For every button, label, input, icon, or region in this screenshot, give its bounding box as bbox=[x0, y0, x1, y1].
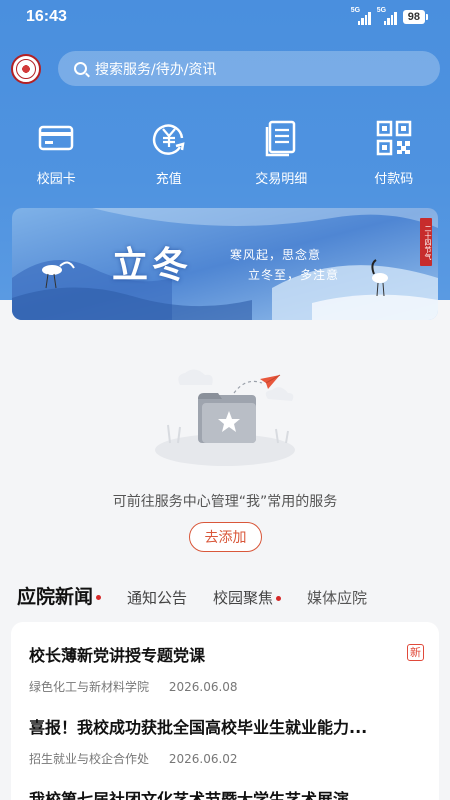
qr-code-icon bbox=[376, 120, 411, 156]
search-icon bbox=[74, 62, 87, 75]
news-item[interactable]: 喜报！我校成功获批全国高校毕业生就业能力... 招生就业与校企合作处 2026.… bbox=[29, 714, 424, 767]
tab-media[interactable]: 媒体应院 bbox=[307, 587, 371, 608]
quick-action-label: 校园卡 bbox=[36, 172, 76, 187]
news-date: 2026.06.02 bbox=[168, 752, 238, 766]
campus-card-icon bbox=[39, 125, 74, 151]
status-bar: 16:43 5G 5G 98 bbox=[0, 0, 450, 34]
news-tabs: 应院新闻 通知公告 校园聚焦 媒体应院 bbox=[17, 582, 437, 609]
search-placeholder: 搜索服务/待办/资讯 bbox=[95, 61, 217, 78]
news-meta: 招生就业与校企合作处 2026.06.02 bbox=[29, 750, 424, 767]
news-list: 校长薄新党讲授专题党课 新 绿色化工与新材料学院 2026.06.08 喜报！我… bbox=[11, 622, 439, 800]
news-item[interactable]: 校长薄新党讲授专题党课 新 绿色化工与新材料学院 2026.06.08 bbox=[29, 642, 424, 695]
banner-title: 立冬 bbox=[112, 244, 193, 286]
quick-action-campus-card[interactable]: 校园卡 bbox=[0, 118, 113, 187]
tab-notices[interactable]: 通知公告 bbox=[127, 587, 187, 608]
news-title: 喜报！我校成功获批全国高校毕业生就业能力... bbox=[29, 718, 368, 737]
signal-icon: 5G bbox=[351, 7, 371, 25]
news-source: 招生就业与校企合作处 bbox=[29, 752, 150, 766]
news-date: 2026.06.08 bbox=[168, 680, 238, 694]
status-time: 16:43 bbox=[26, 8, 67, 25]
battery-icon: 98 bbox=[402, 10, 428, 24]
empty-folder-illustration bbox=[155, 369, 295, 466]
tab-label: 媒体应院 bbox=[307, 589, 368, 607]
tab-label: 通知公告 bbox=[127, 589, 188, 607]
tab-label: 应院新闻 bbox=[17, 586, 94, 608]
news-item[interactable]: 我校第七届社团文化艺术节暨大学生艺术展演 bbox=[29, 786, 424, 800]
tab-college-news[interactable]: 应院新闻 bbox=[17, 582, 102, 609]
unread-dot bbox=[276, 596, 282, 601]
banner-seal: 二十四节气 bbox=[420, 218, 432, 266]
quick-action-label: 付款码 bbox=[374, 172, 414, 187]
search-bar[interactable]: 搜索服务/待办/资讯 bbox=[58, 51, 440, 86]
news-title: 校长薄新党讲授专题党课 bbox=[29, 646, 206, 665]
empty-state-message: 可前往服务中心管理“我”常用的服务 bbox=[112, 494, 338, 510]
quick-action-label: 交易明细 bbox=[255, 172, 308, 187]
unread-dot bbox=[96, 595, 102, 600]
banner-line-2: 立冬至，多注意 bbox=[248, 268, 340, 282]
tab-label: 校园聚焦 bbox=[213, 589, 274, 607]
add-service-button[interactable]: 去添加 bbox=[189, 522, 262, 552]
quick-action-recharge[interactable]: 充值 bbox=[113, 118, 226, 187]
school-logo[interactable] bbox=[11, 54, 41, 84]
banner-line-1: 寒风起，思念意 bbox=[230, 248, 322, 262]
recharge-yen-icon bbox=[152, 124, 185, 155]
quick-action-payment-code[interactable]: 付款码 bbox=[338, 118, 450, 187]
news-title: 我校第七届社团文化艺术节暨大学生艺术展演 bbox=[29, 790, 350, 800]
quick-actions: 校园卡 充值 交易明细 付款码 bbox=[0, 118, 450, 187]
promo-banner[interactable]: 立冬 寒风起，思念意 立冬至，多注意 二十四节气 bbox=[12, 208, 438, 320]
banner-artwork bbox=[12, 208, 438, 320]
news-source: 绿色化工与新材料学院 bbox=[29, 680, 150, 694]
battery-level: 98 bbox=[402, 10, 425, 24]
news-meta: 绿色化工与新材料学院 2026.06.08 bbox=[29, 678, 424, 695]
quick-action-label: 充值 bbox=[155, 172, 182, 187]
quick-action-transactions[interactable]: 交易明细 bbox=[225, 118, 338, 187]
signal-icon-2: 5G bbox=[377, 7, 397, 25]
status-indicators: 5G 5G 98 bbox=[351, 7, 428, 25]
transaction-list-icon bbox=[266, 120, 296, 157]
new-badge: 新 bbox=[407, 644, 424, 661]
tab-campus-focus[interactable]: 校园聚焦 bbox=[213, 587, 282, 608]
